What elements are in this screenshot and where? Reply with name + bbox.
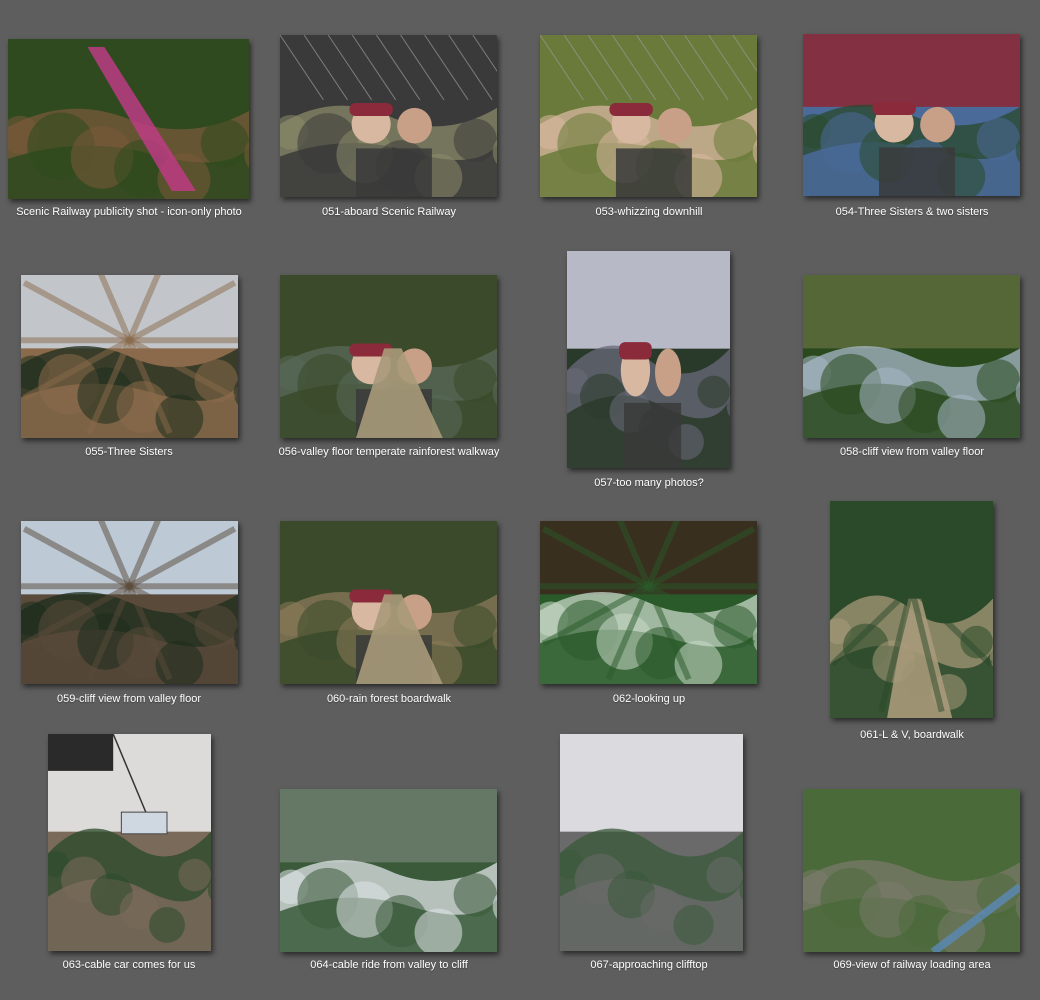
photo-thumbnail[interactable] — [280, 789, 497, 952]
photo-thumbnail[interactable] — [803, 789, 1020, 952]
photo-thumbnail[interactable] — [560, 734, 743, 951]
photo-caption[interactable]: 062-looking up — [519, 692, 779, 706]
photo-caption[interactable]: 061-L & V, boardwalk — [782, 728, 1040, 742]
photo-thumbnail[interactable] — [21, 521, 238, 684]
photo-thumbnail[interactable] — [540, 521, 757, 684]
photo-caption[interactable]: 058-cliff view from valley floor — [782, 445, 1040, 459]
photo-thumbnail[interactable] — [280, 35, 497, 197]
photo-thumbnail[interactable] — [540, 35, 757, 197]
photo-caption[interactable]: 063-cable car comes for us — [0, 958, 259, 972]
photo-thumbnail[interactable] — [830, 501, 993, 718]
photo-thumbnail[interactable] — [803, 275, 1020, 438]
photo-caption[interactable]: 053-whizzing downhill — [519, 205, 779, 219]
photo-caption[interactable]: 059-cliff view from valley floor — [0, 692, 259, 706]
photo-thumbnail[interactable] — [280, 521, 497, 684]
photo-thumbnail[interactable] — [21, 275, 238, 438]
photo-caption[interactable]: 055-Three Sisters — [0, 445, 259, 459]
photo-caption[interactable]: 056-valley floor temperate rainforest wa… — [259, 445, 519, 459]
photo-thumbnail[interactable] — [48, 734, 211, 951]
photo-caption[interactable]: 057-too many photos? — [519, 476, 779, 490]
photo-thumbnail[interactable] — [803, 34, 1020, 196]
photo-caption[interactable]: 051-aboard Scenic Railway — [259, 205, 519, 219]
photo-caption[interactable]: Scenic Railway publicity shot - icon-onl… — [0, 205, 259, 219]
photo-caption[interactable]: 067-approaching clifftop — [519, 958, 779, 972]
photo-grid: Scenic Railway publicity shot - icon-onl… — [0, 0, 1040, 1000]
photo-thumbnail[interactable] — [567, 251, 730, 468]
photo-thumbnail[interactable] — [280, 275, 497, 438]
photo-caption[interactable]: 060-rain forest boardwalk — [259, 692, 519, 706]
photo-caption[interactable]: 064-cable ride from valley to cliff — [259, 958, 519, 972]
photo-caption[interactable]: 054-Three Sisters & two sisters — [782, 205, 1040, 219]
photo-caption[interactable]: 069-view of railway loading area — [782, 958, 1040, 972]
photo-thumbnail[interactable] — [8, 39, 249, 199]
